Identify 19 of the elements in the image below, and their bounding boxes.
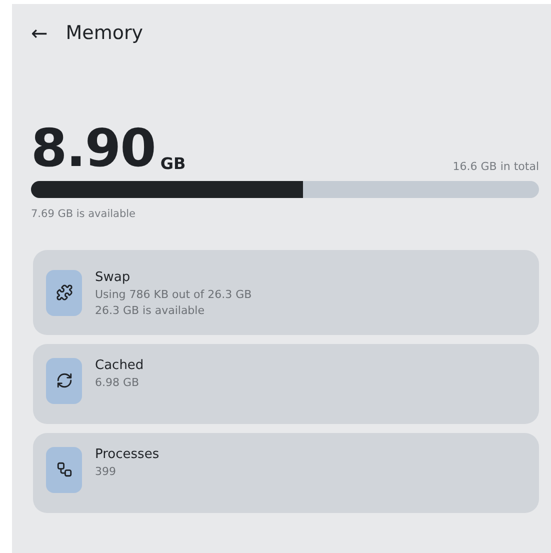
card-title: Cached (95, 358, 144, 373)
diagram-icon (46, 446, 82, 493)
memory-available: 7.69 GB is available (31, 208, 137, 220)
card-title: Swap (95, 270, 132, 285)
refresh-icon (46, 358, 82, 404)
memory-card[interactable]: Swap Using 786 KB out of 26.3 GB 26.3 GB is available (33, 250, 539, 335)
card-detail: 6.98 GB (95, 376, 140, 389)
memory-used-value: 8.90 (31, 126, 156, 173)
memory-card[interactable]: Cached 6.98 GB (33, 344, 539, 424)
memory-card[interactable]: Processes 399 (33, 432, 539, 513)
back-button[interactable]: ← (31, 23, 48, 43)
card-detail: Using 786 KB out of 26.3 GB (95, 288, 252, 301)
memory-unit: GB (160, 154, 186, 173)
card-title: Processes (95, 446, 160, 462)
memory-total: 16.6 GB in total (452, 160, 539, 173)
page-title: Memory (66, 22, 144, 44)
puzzle-icon (46, 270, 82, 316)
card-detail: 26.3 GB is available (95, 304, 206, 317)
card-detail: 399 (95, 464, 117, 478)
